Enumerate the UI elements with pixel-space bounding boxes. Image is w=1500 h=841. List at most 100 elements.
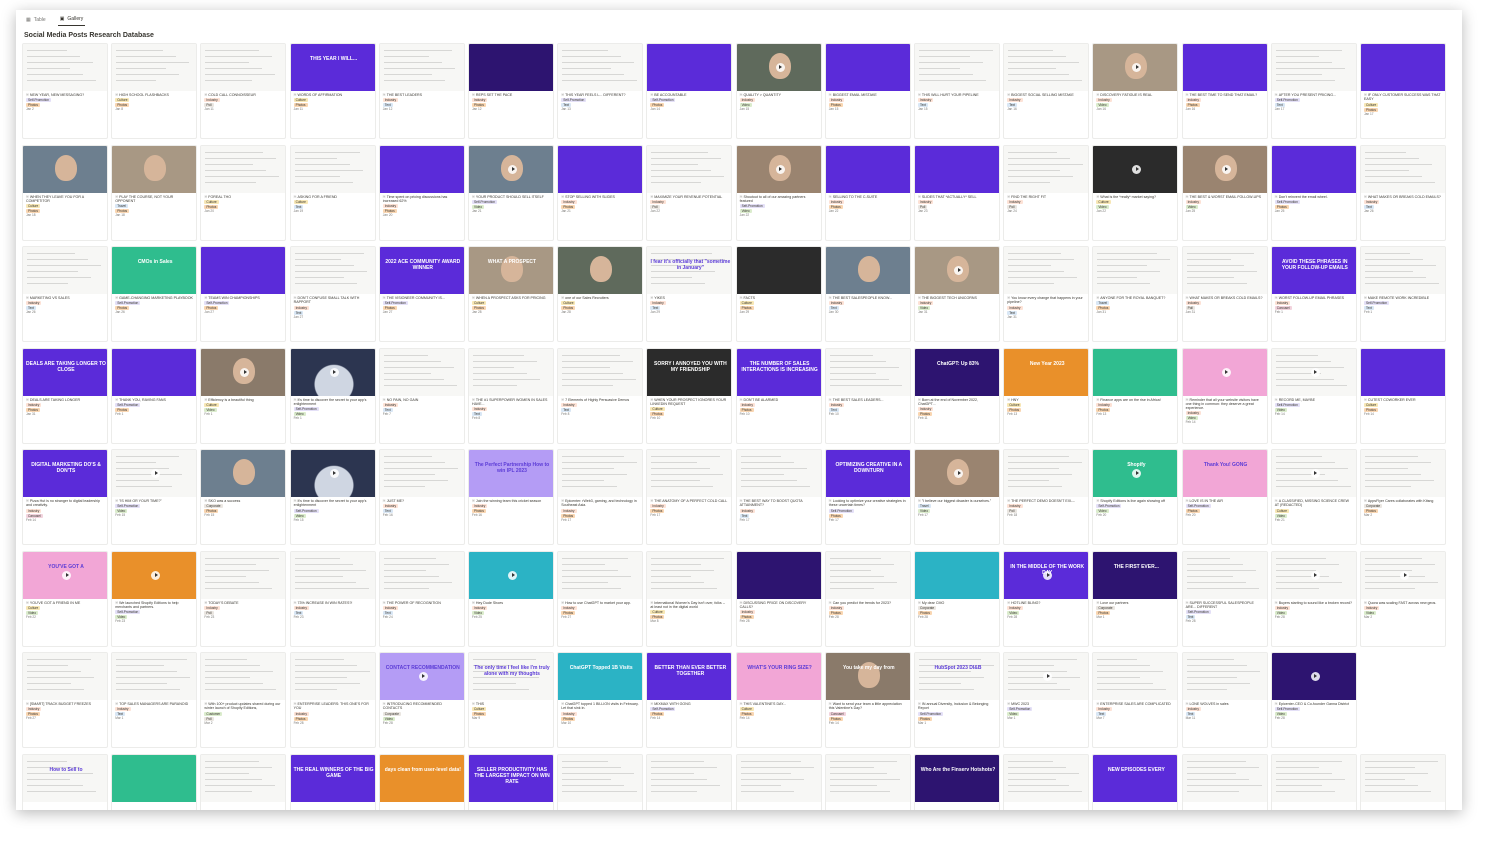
gallery-card[interactable]: 🗎"I believe our biggest disaster is ours…	[914, 449, 1000, 545]
gallery-card[interactable]: 🗎MARKETING VS SALES Industry Text Jan 26	[22, 246, 108, 342]
gallery-card[interactable]: 🗎QUALITY > QUANTITY Industry Video Jan 15	[735, 43, 822, 139]
play-icon[interactable]	[1310, 367, 1320, 377]
gallery-card[interactable]: 🗎THIS YEAR FEELS L... DIFFERENT? Self-Pro…	[557, 43, 644, 139]
gallery-card-partial[interactable]	[111, 753, 198, 810]
gallery-card[interactable]: 🗎DON'T CONFUSE SMALL TALK WITH RAPPORT In…	[289, 246, 376, 342]
gallery-card[interactable]: 🗎AFTER YOU PRESENT PRICING... Self-Promot…	[1270, 43, 1357, 139]
gallery-card[interactable]: 🗎REPS SET THE PACE Industry Photos Jan 12	[468, 43, 554, 139]
gallery-card[interactable]: 🗎THE POWER OF RECOGNITION Industry Text Feb…	[378, 550, 465, 647]
gallery-card[interactable]: 🗎THIS WILL HURT YOUR PIPELINE Industry Tex…	[914, 43, 1000, 139]
gallery-card[interactable]: 🗎FIND THE RIGHT FIT Industry Poll Jan 24	[1003, 144, 1090, 241]
play-icon[interactable]	[329, 367, 339, 377]
play-icon[interactable]	[775, 164, 785, 174]
gallery-card[interactable]: DIGITAL MARKETING DO'S & DON'TS 🗎Pizza Hu…	[22, 449, 108, 545]
gallery-card[interactable]: THE FIRST EVER... 🗎Love our partners Corpo…	[1092, 550, 1179, 647]
play-icon[interactable]	[418, 672, 428, 681]
play-icon[interactable]	[1310, 570, 1320, 580]
gallery-card[interactable]: 🗎THE BEST TIME TO SEND THAT EMAIL? Indust…	[1181, 43, 1268, 139]
play-icon[interactable]	[1043, 672, 1053, 681]
gallery-card[interactable]: 🗎My dear CMO Corporate Photos Feb 28	[914, 550, 1000, 647]
gallery-card[interactable]: 🗎It's time to discover the secret to you…	[289, 347, 376, 444]
gallery-card[interactable]: CONTACT RECOMMENDATION 🗎INTRODUCING RECOM…	[378, 652, 465, 748]
gallery-card[interactable]: 🗎MAKE REMOTE WORK INCREDIBLE Self-Promoti…	[1360, 246, 1446, 342]
gallery-card[interactable]: 🗎SLIDES THAT *ACTUALLY* SELL Industry Poll…	[914, 144, 1000, 241]
gallery-card[interactable]: 🗎NEW YEAR, NEW MESSAGING? Self-Promotion P…	[22, 43, 108, 139]
gallery-card[interactable]: 🗎THE ANATOMY OF A PERFECT COLD CALL Indus…	[646, 449, 733, 545]
gallery-card-partial[interactable]	[735, 753, 822, 810]
gallery-card[interactable]: CMOs in Sales 🗎GAME-CHANGING MARKETING PL…	[111, 246, 198, 342]
gallery-card[interactable]: The only time I feel like I'm truly alon…	[468, 652, 554, 748]
gallery-card[interactable]: 🗎THE PERFECT DEMO DOESN'T EXI--- Industry…	[1003, 449, 1090, 545]
play-icon[interactable]	[508, 570, 517, 580]
gallery-card[interactable]: 🗎WHEN THEY LEAVE YOU FOR A COMPETITOR Cul…	[22, 144, 108, 241]
gallery-card[interactable]: 🗎SUPER SUCCESSFUL SALESPEOPLE ARE... DIF…	[1181, 550, 1268, 647]
gallery-card-partial[interactable]: SELLER PRODUCTIVITY HAS THE LARGEST IMPA…	[468, 753, 554, 810]
play-icon[interactable]	[1310, 469, 1320, 478]
gallery-card[interactable]: 🗎THE BEST SALESPEOPLE KNOW... Industry Tex…	[824, 246, 911, 342]
gallery-card[interactable]: 🗎BIGGEST EMAIL MISTAKE Industry Photos Jan …	[824, 43, 911, 139]
play-icon[interactable]	[151, 469, 161, 478]
gallery-card[interactable]: 🗎We launched Shopify Editions to help me…	[111, 550, 198, 647]
gallery-card[interactable]: 🗎Epicenter: rWeb3, gaming, and technolog…	[557, 449, 644, 545]
gallery-card[interactable]: 🗎THE BEST WAY TO BOOST QUOTA ATTAINMENT?…	[735, 449, 822, 545]
gallery-card[interactable]: 🗎A CLASSIFIED, MISSING SCIENCE CREW AT (…	[1270, 449, 1357, 545]
gallery-card[interactable]: 🗎Quora was scaling FAST across new geos.…	[1360, 550, 1446, 647]
gallery-card[interactable]: 🗎Epicenter-CEO & Co-founder Ganna Distri…	[1270, 652, 1357, 748]
gallery-card-partial[interactable]: NEW EPISODES EVERY	[1092, 753, 1179, 810]
gallery-card-partial[interactable]: THE REAL WINNERS OF THE BIG GAME	[289, 753, 376, 810]
play-icon[interactable]	[508, 164, 517, 174]
gallery-card[interactable]: ChatGPT: Up 83% 🗎Born at the end of Novem…	[914, 347, 1000, 444]
gallery-card[interactable]: 🗎It's time to discover the secret to you…	[289, 449, 376, 545]
gallery-card[interactable]: 🗎ENTERPRISE LEADERS: THIS ONE'S FOR YOU I…	[289, 652, 376, 748]
gallery-card[interactable]: 🗎LONE WOLVES in sales Industry Text Mar 11	[1181, 652, 1268, 748]
gallery-card[interactable]: 🗎BE ACCOUNTABLE Self-Promotion Photos Jan 1…	[646, 43, 733, 139]
gallery-card[interactable]: 🗎THE BIGGEST TECH UNICORNS Industry Video J…	[914, 246, 1000, 342]
gallery-card[interactable]: 🗎DISCUSSING PRICE ON DISCOVERY CALLS? Ind…	[735, 550, 822, 647]
gallery-card[interactable]: 🗎ASKING FOR A FRIEND Culture Text Jan 19	[289, 144, 376, 241]
play-icon[interactable]	[62, 570, 71, 580]
play-icon[interactable]	[240, 367, 250, 377]
gallery-card[interactable]: 🗎PLAY THE COURSE, NOT YOUR OPPONENT Trave…	[111, 144, 198, 241]
gallery-card[interactable]: 🗎NO PAIN, NO GAIN Industry Text Feb 7	[378, 347, 465, 444]
gallery-card[interactable]: 🗎IF ONLY CUSTOMER SUCCESS WAS THAT EASY C…	[1360, 43, 1446, 139]
gallery-card[interactable]: 🗎WHAT MAKES OR BREAKS COLD EMAILS? Indust…	[1360, 144, 1446, 241]
gallery-card[interactable]: 🗎Efficiency is a beautiful thing Culture V…	[200, 347, 287, 444]
gallery-card[interactable]: THIS YEAR I WILL... 🗎WORDS OF AFFIRMATION…	[289, 43, 376, 139]
gallery-card[interactable]: The Perfect Partnership How to win IPL 2…	[468, 449, 554, 545]
gallery-card[interactable]: AVOID THESE PHRASES IN YOUR FOLLOW-UP EM…	[1270, 246, 1357, 342]
gallery-card[interactable]: I fear it's officially that "sometime in…	[646, 246, 733, 342]
gallery-card-partial[interactable]: How to Sell to	[22, 753, 108, 810]
play-icon[interactable]	[1043, 570, 1053, 580]
gallery-card[interactable]: WHAT A PROSPECT 🗎WHEN A PROSPECT ASKS FOR…	[468, 246, 554, 342]
gallery-card[interactable]: YOU'VE GOT A 🗎YOU'VE GOT A FRIEND IN ME Cu…	[22, 550, 108, 647]
play-icon[interactable]	[1221, 164, 1231, 174]
gallery-card-partial[interactable]	[1360, 753, 1446, 810]
gallery-card[interactable]: 🗎WHAT MAKES OR BREAKS COLD EMAILS? Indust…	[1181, 246, 1268, 342]
gallery-card[interactable]: DEALS ARE TAKING LONGER TO CLOSE 🗎DEALS A…	[22, 347, 108, 444]
gallery-card[interactable]: 🗎AppsFlyer Cares collaborates with Kitsn…	[1360, 449, 1446, 545]
gallery-card[interactable]: You take my day from 🗎Want to send your t…	[824, 652, 911, 748]
gallery-card-partial[interactable]	[1003, 753, 1090, 810]
gallery-card[interactable]: 🗎CUTEST COWORKER EVER Culture Photos Feb 14	[1360, 347, 1446, 444]
gallery-card[interactable]: 🗎THE #1 SUPERPOWER WOMEN IN SALES HAVE..…	[468, 347, 554, 444]
gallery-card[interactable]: 🗎With 100+ product updates shared during…	[200, 652, 287, 748]
play-icon[interactable]	[329, 469, 339, 478]
gallery-card[interactable]: 🗎ANYONE FOR THE ROYAL BANQUET? Travel Phot…	[1092, 246, 1179, 342]
gallery-card[interactable]: HubSpot 2023 DI&B 🗎IN annual Diversity, I…	[914, 652, 1000, 748]
gallery-card[interactable]: 🗎What is the *really* market saying? Cult…	[1092, 144, 1179, 241]
gallery-card[interactable]: 🗎ENTERPRISE SALES ARE COMPLICATED Industr…	[1092, 652, 1179, 748]
gallery-card[interactable]: 🗎Time spent on pricing discussions has i…	[378, 144, 465, 241]
gallery-card-partial[interactable]	[646, 753, 733, 810]
gallery-card[interactable]: 🗎JUST ME? Industry Text Feb 16	[378, 449, 465, 545]
gallery-card[interactable]: 🗎COLD CALL CONNOISSEUR Industry Poll Jan 11	[200, 43, 287, 139]
play-icon[interactable]	[1221, 367, 1231, 377]
gallery-card[interactable]: BETTER THAN EVER BETTER TOGETHER 🗎MIXMAX …	[646, 652, 733, 748]
gallery-card-partial[interactable]: days clean from user-level data!	[378, 753, 465, 810]
gallery-card[interactable]: 🗎Buyers starting to sound like a broken …	[1270, 550, 1357, 647]
gallery-card[interactable]: 🗎one of our Sales Recruiters Culture Photo…	[557, 246, 644, 342]
gallery-card[interactable]: 🗎FACTS Culture Photos Jan 29	[735, 246, 822, 342]
gallery-card[interactable]: 🗎SKO was a success Corporate Photos Feb 15	[200, 449, 287, 545]
gallery-card[interactable]: ChatGPT Topped 1B Visits 🗎ChatGPT topped …	[557, 652, 644, 748]
gallery-card[interactable]: Shopify 🗎Shopify Editions is live again s…	[1092, 449, 1179, 545]
gallery-card[interactable]: 2022 ACE COMMUNITY AWARD WINNER 🗎THE VISI…	[378, 246, 465, 342]
